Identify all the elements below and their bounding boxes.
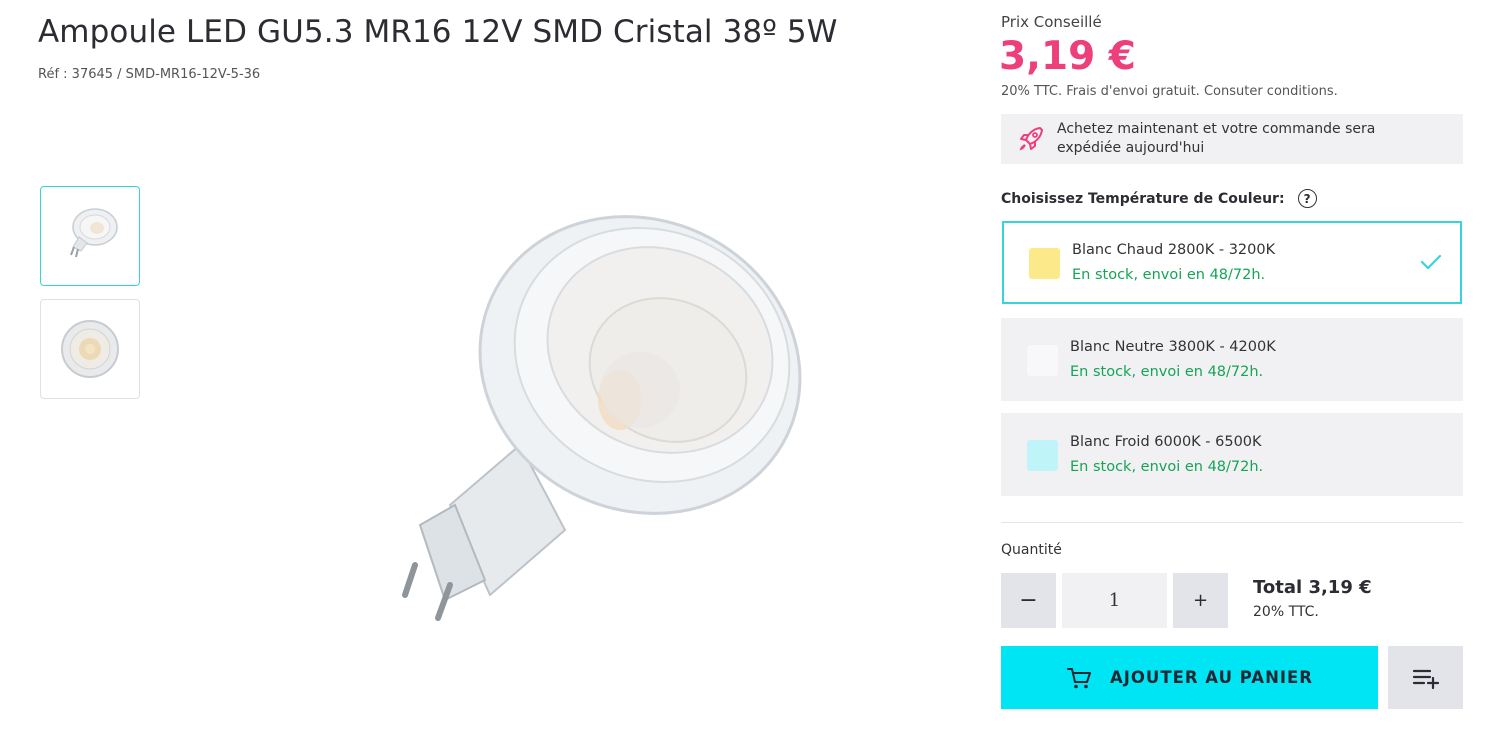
quantity-input[interactable]	[1062, 573, 1167, 628]
swatch-neutral-white	[1027, 345, 1058, 376]
option-stock: En stock, envoi en 48/72h.	[1072, 267, 1266, 283]
product-reference: Réf : 37645 / SMD-MR16-12V-5-36	[38, 67, 261, 82]
price-value: 3,19 €	[999, 34, 1136, 79]
option-stock: En stock, envoi en 48/72h.	[1070, 364, 1264, 380]
bulb-side-thumbnail	[70, 208, 118, 258]
option-stock: En stock, envoi en 48/72h.	[1070, 459, 1264, 475]
option-neutral-white[interactable]: Blanc Neutre 3800K - 4200K En stock, env…	[1001, 318, 1463, 401]
option-cool-white[interactable]: Blanc Froid 6000K - 6500K En stock, envo…	[1001, 413, 1463, 496]
quantity-label: Quantité	[1001, 542, 1062, 558]
add-to-cart-label: AJOUTER AU PANIER	[1110, 668, 1313, 687]
option-name: Blanc Froid 6000K - 6500K	[1070, 434, 1262, 450]
add-to-list-icon	[1412, 669, 1439, 689]
product-main-image	[220, 110, 920, 720]
price-label: Prix Conseillé	[1001, 13, 1102, 31]
color-temperature-label: Choisissez Température de Couleur: ?	[1001, 189, 1317, 208]
total-price: Total 3,19 €	[1253, 577, 1372, 598]
add-to-cart-button[interactable]: AJOUTER AU PANIER	[1001, 646, 1378, 709]
swatch-cool-white	[1027, 440, 1058, 471]
option-name: Blanc Chaud 2800K - 3200K	[1072, 242, 1276, 258]
color-temperature-label-text: Choisissez Température de Couleur:	[1001, 190, 1285, 207]
rocket-icon	[1019, 127, 1043, 151]
price-note: 20% TTC. Frais d'envoi gratuit. Consuter…	[1001, 84, 1338, 99]
thumbnail-1[interactable]	[40, 186, 140, 286]
cart-icon	[1067, 667, 1091, 688]
shipping-text: Achetez maintenant et votre commande ser…	[1057, 121, 1376, 156]
help-icon[interactable]: ?	[1297, 189, 1317, 208]
divider	[1001, 522, 1463, 523]
checkmark-icon	[1420, 254, 1442, 270]
thumbnail-2[interactable]	[40, 299, 140, 399]
product-title: Ampoule LED GU5.3 MR16 12V SMD Cristal 3…	[38, 14, 838, 50]
total-note: 20% TTC.	[1253, 604, 1319, 620]
add-to-list-button[interactable]	[1388, 646, 1463, 709]
bulb-front-thumbnail	[61, 320, 119, 378]
quantity-increase-button[interactable]: +	[1173, 573, 1228, 628]
option-warm-white[interactable]: Blanc Chaud 2800K - 3200K En stock, envo…	[1002, 221, 1462, 304]
option-name: Blanc Neutre 3800K - 4200K	[1070, 339, 1276, 355]
shipping-banner: Achetez maintenant et votre commande ser…	[1001, 114, 1463, 164]
quantity-decrease-button[interactable]: −	[1001, 573, 1056, 628]
swatch-warm-white	[1029, 248, 1060, 279]
